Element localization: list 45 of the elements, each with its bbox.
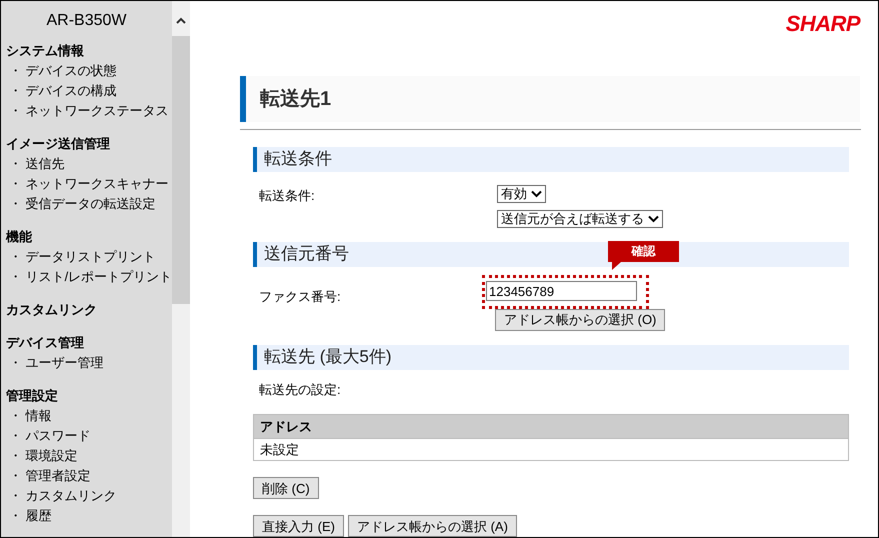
sidebar-item[interactable]: ・ 環境設定 <box>1 446 172 466</box>
sidebar-item[interactable]: ・ ネットワークスキャナー <box>1 174 172 194</box>
column-header: アドレス <box>259 418 313 436</box>
action-button[interactable]: 直接入力 (E) <box>253 515 344 537</box>
field-label: ファクス番号: <box>258 288 342 306</box>
chevron-down-icon <box>648 214 659 222</box>
address-book-button[interactable]: アドレス帳からの選択 (O) <box>495 308 666 330</box>
sidebar-heading[interactable]: 管理設定 <box>1 386 172 406</box>
sidebar-heading[interactable]: イメージ送信管理 <box>1 134 172 154</box>
scroll-up-icon[interactable] <box>176 17 186 24</box>
section-heading: 送信元番号 <box>264 243 349 266</box>
logo: SHARP <box>786 11 860 38</box>
section-heading: 転送条件 <box>264 148 332 170</box>
sidebar-item[interactable]: ・ ネットワークステータス <box>1 101 172 121</box>
scroll-thumb[interactable] <box>172 36 190 304</box>
page-title: 転送先1 <box>260 86 332 112</box>
sidebar-heading[interactable]: 機能 <box>1 227 172 247</box>
sidebar-item[interactable]: ・ カスタムリンク <box>1 486 172 506</box>
sidebar-item[interactable]: ・ デバイスの状態 <box>1 61 172 81</box>
action-button[interactable]: 削除 (C) <box>253 477 319 499</box>
section-heading: 転送先 (最大5件) <box>264 346 392 368</box>
sidebar-item[interactable]: ・ リスト/レポートプリント <box>1 267 172 287</box>
field-label: 転送条件: <box>258 186 316 204</box>
fax-number-field[interactable]: 123456789 <box>486 281 637 301</box>
sidebar-heading[interactable]: カスタムリンク <box>1 300 172 320</box>
field-label: 転送先の設定: <box>258 380 342 398</box>
callout: 確認 <box>608 240 679 270</box>
sidebar-item[interactable]: ・ 管理者設定 <box>1 466 172 486</box>
sidebar-item[interactable]: ・ 送信先 <box>1 154 172 174</box>
sidebar-item[interactable]: ・ 情報 <box>1 406 172 426</box>
sidebar-item[interactable]: ・ ユーザー管理 <box>1 353 172 373</box>
sidebar-item[interactable]: ・ デバイスの構成 <box>1 81 172 101</box>
dropdown[interactable]: 送信元が合えば転送する <box>497 210 663 228</box>
sidebar-item[interactable]: ・ データリストプリント <box>1 247 172 267</box>
action-button[interactable]: アドレス帳からの選択 (A) <box>348 515 517 537</box>
table-cell-text: 未設定 <box>259 440 300 459</box>
sidebar-item[interactable]: ・ 履歴 <box>1 506 172 526</box>
dropdown[interactable]: 有効 <box>497 184 546 202</box>
sidebar-item[interactable]: ・ 受信データの転送設定 <box>1 194 172 214</box>
sidebar-heading[interactable]: システム情報 <box>1 41 172 61</box>
chevron-down-icon <box>531 190 542 198</box>
device-name: AR-B350W <box>45 11 128 31</box>
sidebar-heading[interactable]: デバイス管理 <box>1 333 172 353</box>
scrollbar[interactable] <box>172 1 190 537</box>
sidebar-item[interactable]: ・ パスワード <box>1 426 172 446</box>
